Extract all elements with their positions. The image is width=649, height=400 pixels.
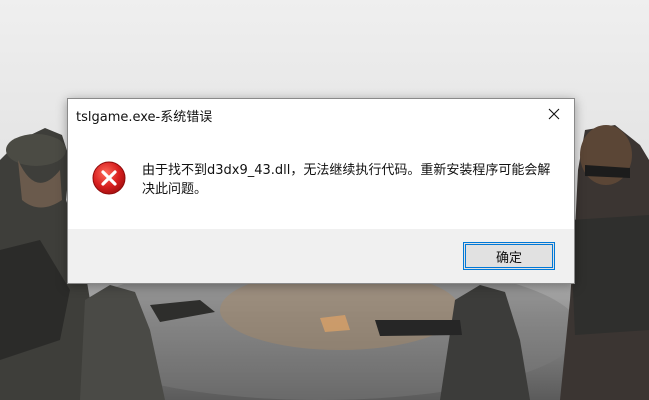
desktop-background: tslgame.exe-系统错误 由于找不到d3dx9_43.dll，无法继续执…: [0, 0, 649, 400]
ok-button[interactable]: 确定: [463, 242, 555, 270]
system-error-dialog: tslgame.exe-系统错误 由于找不到d3dx9_43.dll，无法继续执…: [67, 98, 575, 284]
dialog-titlebar[interactable]: tslgame.exe-系统错误: [68, 99, 574, 131]
close-icon: [548, 108, 560, 120]
error-message: 由于找不到d3dx9_43.dll，无法继续执行代码。重新安装程序可能会解决此问…: [142, 163, 551, 197]
error-icon: [92, 161, 126, 195]
dialog-body: 由于找不到d3dx9_43.dll，无法继续执行代码。重新安装程序可能会解决此问…: [68, 131, 574, 229]
dialog-title: tslgame.exe-系统错误: [76, 110, 213, 125]
close-button[interactable]: [534, 99, 574, 129]
dialog-footer: 确定: [68, 229, 574, 283]
